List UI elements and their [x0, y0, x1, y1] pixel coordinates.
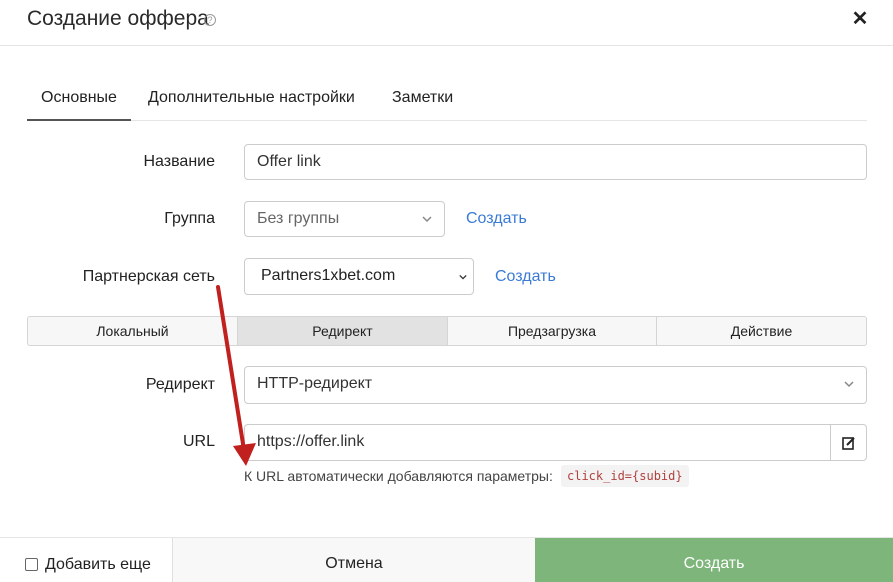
edit-icon [842, 437, 855, 450]
add-more-wrap: Добавить еще [0, 538, 173, 582]
create-button[interactable]: Создать [535, 538, 893, 582]
group-select[interactable]: Без группы [244, 201, 445, 237]
url-params-code: click_id={subid} [561, 465, 689, 487]
tab-additional-settings[interactable]: Дополнительные настройки [148, 78, 355, 121]
dialog-title: Создание оффера [27, 7, 209, 30]
chevron-down-icon [844, 381, 854, 388]
group-select-value: Без группы [257, 210, 340, 227]
create-group-link[interactable]: Создать [466, 210, 527, 228]
network-select[interactable]: Partners1xbet.com [244, 258, 474, 295]
chevron-down-icon [459, 274, 467, 280]
redirect-type-segmented-control: Локальный Редирект Предзагрузка Действие [27, 316, 867, 346]
redirect-select[interactable]: HTTP-редирект [244, 366, 867, 404]
tab-notes[interactable]: Заметки [392, 78, 453, 121]
add-more-checkbox[interactable] [25, 558, 38, 571]
url-params-hint: К URL автоматически добавляются параметр… [244, 468, 553, 484]
redirect-label: Редирект [145, 376, 215, 393]
segment-preload[interactable]: Предзагрузка [448, 317, 657, 345]
segment-redirect[interactable]: Редирект [238, 317, 448, 345]
edit-url-button[interactable] [830, 424, 867, 461]
name-label: Название [143, 153, 216, 170]
cancel-button[interactable]: Отмена [173, 538, 535, 582]
chevron-down-icon [422, 216, 432, 223]
dialog-header: Создание оффера ? ✕ [0, 0, 893, 46]
close-icon[interactable]: ✕ [851, 9, 869, 29]
segment-action[interactable]: Действие [657, 317, 866, 345]
network-select-value: Partners1xbet.com [261, 267, 396, 284]
add-more-label[interactable]: Добавить еще [45, 556, 151, 574]
tab-main[interactable]: Основные [27, 78, 131, 121]
group-label: Группа [164, 210, 215, 227]
redirect-select-value: HTTP-редирект [257, 375, 373, 392]
network-label: Партнерская сеть [82, 268, 215, 285]
question-circle-icon[interactable]: ? [204, 14, 216, 26]
dialog-footer: Добавить еще Отмена Создать [0, 537, 893, 582]
url-input[interactable]: https://offer.link [244, 424, 831, 461]
create-network-link[interactable]: Создать [495, 268, 556, 286]
url-label: URL [182, 433, 215, 450]
segment-local[interactable]: Локальный [28, 317, 238, 345]
name-input[interactable]: Offer link [244, 144, 867, 180]
tab-bar: Основные Дополнительные настройки Заметк… [27, 78, 867, 121]
